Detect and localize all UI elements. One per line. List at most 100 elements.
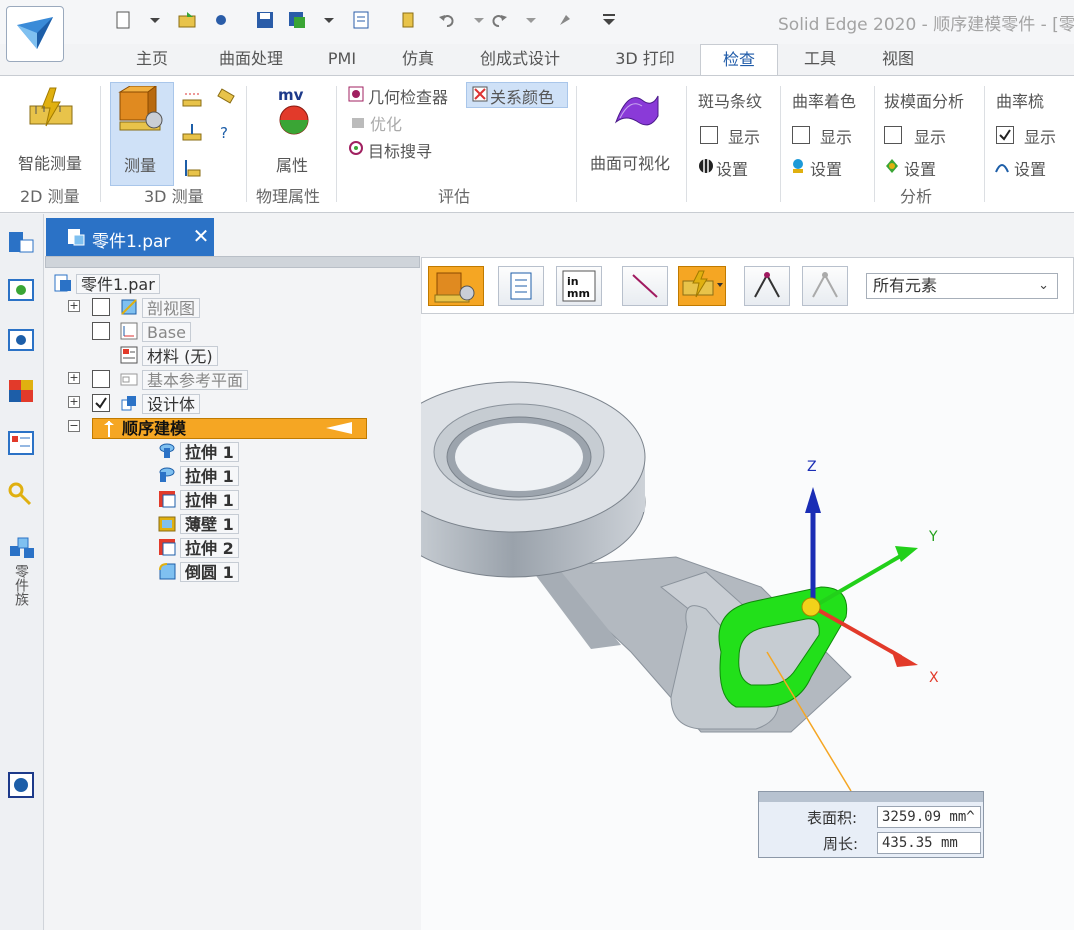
base-checkbox[interactable] bbox=[92, 322, 110, 340]
optimize-button[interactable]: 优化 bbox=[370, 111, 402, 135]
tab-view[interactable]: 视图 bbox=[872, 44, 924, 75]
tree-feature-item[interactable]: 拉伸 1 bbox=[180, 466, 239, 486]
document-tab[interactable]: 零件1.par ✕ bbox=[46, 218, 214, 256]
rollback-marker-icon[interactable] bbox=[324, 421, 354, 435]
collapse-icon[interactable]: − bbox=[68, 420, 80, 432]
undo-icon[interactable] bbox=[438, 11, 456, 29]
dropdown-icon[interactable] bbox=[470, 11, 488, 29]
tab-home[interactable]: 主页 bbox=[120, 44, 184, 75]
smart-measure-icon[interactable] bbox=[26, 86, 76, 136]
panel-splitter[interactable] bbox=[45, 256, 420, 268]
x-axis-label: X bbox=[929, 670, 939, 686]
y-axis-label: Y bbox=[928, 529, 938, 545]
tab-surfacing[interactable]: 曲面处理 bbox=[204, 44, 298, 75]
surface-area-value[interactable]: 3259.09 mm^ bbox=[877, 806, 981, 828]
tree-feature-item[interactable]: 拉伸 2 bbox=[180, 538, 239, 558]
zebra-show-label: 显示 bbox=[728, 128, 761, 147]
cutout-icon bbox=[158, 490, 176, 508]
tab-tools[interactable]: 工具 bbox=[794, 44, 846, 75]
target-search-icon bbox=[348, 140, 364, 156]
curvature-comb-show-checkbox[interactable] bbox=[996, 126, 1014, 144]
dropdown-icon[interactable] bbox=[522, 11, 540, 29]
part-family-label[interactable]: 零件族 bbox=[13, 564, 30, 606]
close-icon[interactable]: ✕ bbox=[192, 224, 210, 248]
layers-icon[interactable] bbox=[6, 276, 36, 306]
part-family-icon[interactable] bbox=[6, 532, 36, 562]
tree-feature-item[interactable]: 拉伸 1 bbox=[180, 442, 239, 462]
save-as-icon[interactable] bbox=[288, 11, 306, 29]
teamcenter-icon[interactable] bbox=[6, 770, 36, 800]
dropdown-icon[interactable] bbox=[320, 11, 338, 29]
pathfinder-icon[interactable] bbox=[6, 228, 36, 258]
properties-button[interactable]: 属性 bbox=[276, 152, 308, 176]
design-body-checkbox[interactable] bbox=[92, 394, 110, 412]
tree-feature-item[interactable]: 拉伸 1 bbox=[180, 490, 239, 510]
expand-icon[interactable]: + bbox=[68, 300, 80, 312]
feature-library-icon[interactable] bbox=[6, 326, 36, 356]
smart-measure-button[interactable]: 智能测量 bbox=[18, 150, 82, 174]
tab-simulation[interactable]: 仿真 bbox=[388, 44, 448, 75]
tree-item-design-body[interactable]: 设计体 bbox=[142, 394, 201, 414]
new-file-icon[interactable] bbox=[114, 11, 132, 29]
ref-planes-checkbox[interactable] bbox=[92, 370, 110, 388]
tab-3d-print[interactable]: 3D 打印 bbox=[604, 44, 686, 75]
section-view-checkbox[interactable] bbox=[92, 298, 110, 316]
draft-analysis-settings-button[interactable]: 设置 bbox=[904, 156, 936, 180]
measure-options-button[interactable] bbox=[428, 266, 484, 306]
curvature-comb-settings-button[interactable]: 设置 bbox=[1014, 156, 1046, 180]
report-button[interactable] bbox=[498, 266, 544, 306]
surface-visualization-button[interactable]: 曲面可视化 bbox=[590, 150, 670, 174]
surface-visualization-icon[interactable] bbox=[612, 86, 662, 136]
measure-distance-icon[interactable] bbox=[182, 88, 202, 108]
keypoint-select-button[interactable] bbox=[802, 266, 848, 306]
smart-measure-option-button[interactable] bbox=[678, 266, 726, 306]
select-tool-icon[interactable] bbox=[556, 11, 574, 29]
app-logo-icon[interactable] bbox=[6, 6, 64, 62]
tree-item-base[interactable]: Base bbox=[142, 322, 191, 342]
geometry-inspector-button[interactable]: 几何检查器 bbox=[368, 84, 448, 108]
perimeter-value[interactable]: 435.35 mm bbox=[877, 832, 981, 854]
tree-item-ref-planes[interactable]: 基本参考平面 bbox=[142, 370, 249, 390]
properties-panel-icon[interactable] bbox=[6, 428, 36, 458]
tree-root-item[interactable]: 零件1.par bbox=[76, 274, 160, 294]
tree-item-section-view[interactable]: 剖视图 bbox=[142, 298, 201, 318]
measure-normal-icon[interactable] bbox=[182, 122, 202, 142]
tree-item-material[interactable]: 材料 (无) bbox=[142, 346, 218, 366]
measure-angle-icon[interactable] bbox=[182, 158, 202, 178]
curvature-shading-settings-button[interactable]: 设置 bbox=[810, 156, 842, 180]
section-view-icon bbox=[120, 298, 138, 316]
target-search-button[interactable]: 目标搜寻 bbox=[368, 138, 432, 162]
measure-ruler-icon[interactable] bbox=[216, 88, 236, 108]
redo-icon[interactable] bbox=[490, 11, 508, 29]
ordered-icon bbox=[100, 420, 118, 438]
selection-filter-dropdown[interactable]: 所有元素 ⌄ bbox=[866, 273, 1058, 299]
search-doc-icon[interactable] bbox=[212, 11, 230, 29]
tab-generative-design[interactable]: 创成式设计 bbox=[470, 44, 570, 75]
document-icon[interactable] bbox=[398, 11, 416, 29]
zebra-show-checkbox[interactable] bbox=[700, 126, 718, 144]
link-icon[interactable] bbox=[6, 478, 36, 508]
tab-inspect[interactable]: 检查 bbox=[700, 44, 778, 75]
customize-toolbar-icon[interactable] bbox=[600, 11, 618, 29]
tab-pmi[interactable]: PMI bbox=[316, 44, 368, 75]
tree-feature-item[interactable]: 倒圆 1 bbox=[180, 562, 239, 582]
divider bbox=[984, 86, 985, 202]
dropdown-icon[interactable] bbox=[146, 11, 164, 29]
measurement-panel-grip[interactable] bbox=[759, 792, 983, 802]
expand-icon[interactable]: + bbox=[68, 372, 80, 384]
units-button[interactable]: in mm bbox=[556, 266, 602, 306]
zebra-settings-button[interactable]: 设置 bbox=[716, 156, 748, 180]
expand-icon[interactable]: + bbox=[68, 396, 80, 408]
color-manager-icon[interactable] bbox=[6, 376, 36, 406]
save-icon[interactable] bbox=[256, 11, 274, 29]
open-file-icon[interactable] bbox=[178, 11, 196, 29]
inquire-icon[interactable]: ? bbox=[216, 122, 236, 142]
point-select-button[interactable] bbox=[744, 266, 790, 306]
physical-properties-icon[interactable]: mv bbox=[270, 86, 318, 136]
draft-analysis-show-checkbox[interactable] bbox=[884, 126, 902, 144]
line-select-button[interactable] bbox=[622, 266, 668, 306]
properties-icon[interactable] bbox=[352, 11, 370, 29]
curvature-shading-show-checkbox[interactable] bbox=[792, 126, 810, 144]
group-analysis: 分析 bbox=[900, 187, 933, 206]
tree-feature-item[interactable]: 薄壁 1 bbox=[180, 514, 239, 534]
